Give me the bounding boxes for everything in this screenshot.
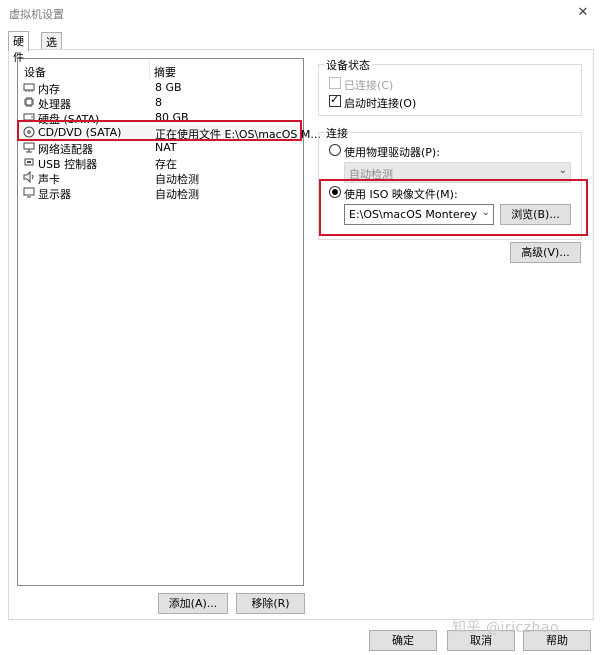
device-summary: 自动检测	[155, 188, 199, 201]
processor-icon	[24, 97, 34, 107]
device-row-usb-controller[interactable]: USB 控制器 存在	[19, 155, 302, 171]
device-row-network-adapter[interactable]: 网络适配器 NAT	[19, 140, 302, 156]
chevron-down-icon: ⌄	[558, 165, 567, 176]
connect-at-power-on-checkbox[interactable]: ✓	[329, 93, 341, 107]
connected-label: 已连接(C)	[344, 79, 394, 92]
virtual-machine-settings-window: 虚拟机设置 ✕ 硬件 选项 设备 摘要 内存 8 GB 处理器 8 硬盘 (SA…	[0, 0, 600, 655]
device-name: 显示器	[38, 188, 71, 201]
use-physical-drive-radio[interactable]	[329, 144, 341, 156]
advanced-button[interactable]: 高级(V)...	[510, 242, 581, 263]
use-physical-drive-label: 使用物理驱动器(P):	[344, 146, 440, 159]
connected-checkbox[interactable]	[329, 77, 341, 89]
device-row-processor[interactable]: 处理器 8	[19, 95, 302, 111]
device-summary: 8 GB	[155, 81, 182, 94]
connect-at-power-on-label: 启动时连接(O)	[344, 97, 417, 110]
network-adapter-icon	[23, 142, 35, 153]
column-header-device[interactable]: 设备	[24, 64, 46, 80]
ok-button[interactable]: 确定	[369, 630, 437, 651]
connection-group-label: 连接	[324, 125, 350, 141]
window-title: 虚拟机设置	[9, 8, 64, 21]
column-header-summary[interactable]: 摘要	[154, 64, 176, 80]
column-separator[interactable]	[149, 61, 150, 79]
title-bar: 虚拟机设置 ✕	[0, 0, 600, 26]
device-list-header: 设备 摘要	[18, 59, 303, 79]
device-status-group-label: 设备状态	[324, 57, 372, 73]
device-row-memory[interactable]: 内存 8 GB	[19, 80, 302, 96]
tab-hardware[interactable]: 硬件	[8, 31, 29, 64]
usb-icon	[24, 158, 34, 166]
memory-icon	[23, 83, 35, 92]
tab-options[interactable]: 选项	[41, 32, 62, 65]
checkmark-icon: ✓	[330, 93, 340, 106]
device-row-sound-card[interactable]: 声卡 自动检测	[19, 170, 302, 186]
iso-option-highlight	[319, 179, 588, 236]
device-summary: 8	[155, 96, 162, 109]
display-icon	[23, 187, 35, 198]
close-icon[interactable]: ✕	[572, 3, 594, 23]
device-summary: NAT	[155, 141, 177, 154]
add-device-button[interactable]: 添加(A)...	[158, 593, 228, 614]
remove-device-button[interactable]: 移除(R)	[236, 593, 305, 614]
cd-dvd-row-highlight	[17, 120, 302, 141]
watermark: 知乎 @iriczhao	[452, 620, 560, 636]
sound-card-icon	[23, 171, 34, 183]
device-row-display[interactable]: 显示器 自动检测	[19, 185, 302, 201]
